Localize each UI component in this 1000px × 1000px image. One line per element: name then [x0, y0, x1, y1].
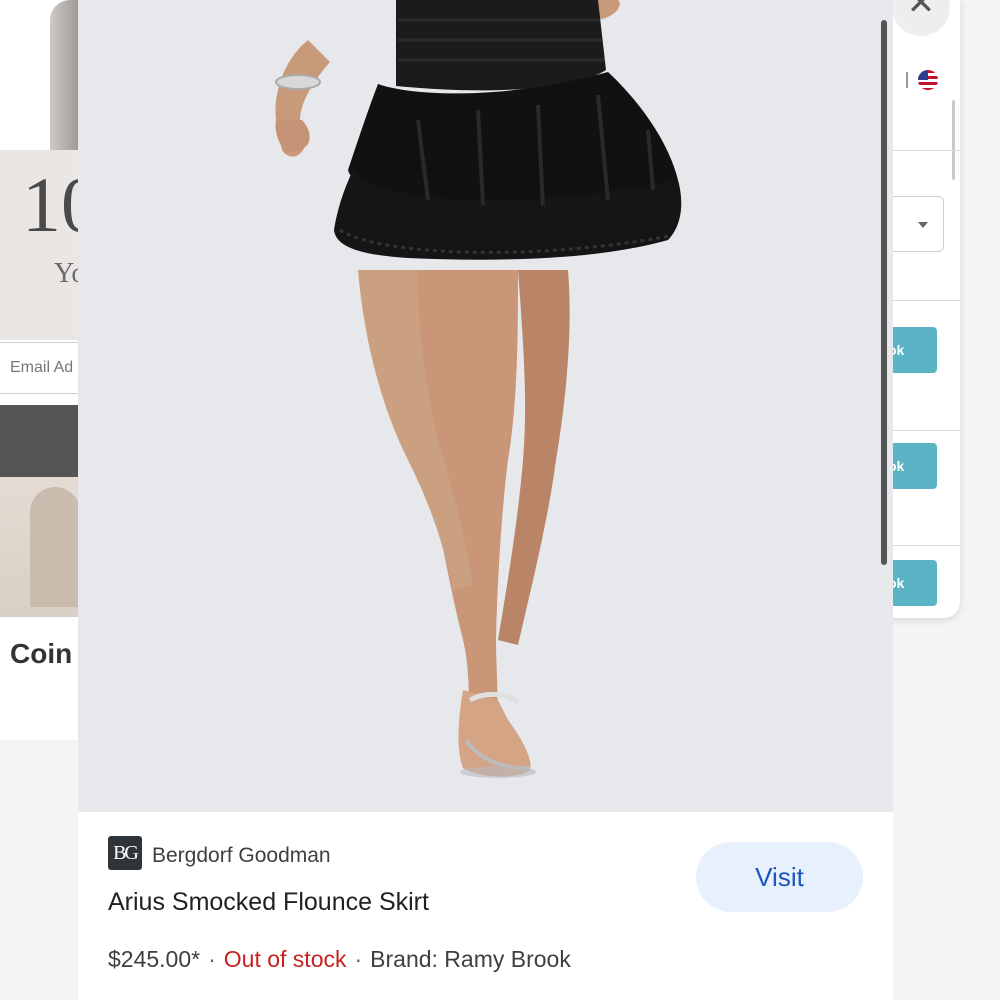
product-price: $245.00*: [108, 946, 201, 972]
stock-status: Out of stock: [223, 946, 347, 972]
coin-heading: Coin: [10, 638, 73, 669]
meta-separator: ·: [208, 946, 216, 972]
book-button-label: ok: [892, 458, 905, 474]
divider: [906, 72, 908, 88]
book-button[interactable]: ok: [892, 560, 937, 606]
store-logo-icon: BG: [108, 836, 142, 870]
product-title: Arius Smocked Flounce Skirt: [108, 888, 429, 916]
dialog-scrollbar[interactable]: [952, 100, 955, 180]
divider: [892, 430, 960, 431]
store-name: Bergdorf Goodman: [152, 844, 331, 867]
image-scrollbar[interactable]: [881, 20, 887, 565]
book-button-label: ok: [892, 342, 905, 358]
product-brand: Brand: Ramy Brook: [370, 946, 571, 972]
product-meta: $245.00* · Out of stock · Brand: Ramy Brook: [108, 946, 571, 973]
divider: [892, 300, 960, 301]
meta-separator: ·: [354, 946, 363, 972]
book-button[interactable]: ok: [892, 443, 937, 489]
chevron-down-icon: [918, 222, 928, 228]
product-modal: BG Bergdorf Goodman Arius Smocked Flounc…: [78, 0, 893, 1000]
product-image[interactable]: [78, 0, 893, 812]
divider: [892, 545, 960, 546]
divider: [892, 150, 960, 151]
visit-button[interactable]: Visit: [696, 842, 863, 912]
screen: 10 Yo Email Ad Coin ✕ ok ok ok BG Bergdo…: [0, 0, 1000, 1000]
book-button[interactable]: ok: [892, 327, 937, 373]
book-button-label: ok: [892, 575, 905, 591]
product-info-panel: BG Bergdorf Goodman Arius Smocked Flounc…: [78, 812, 893, 1000]
skirt-model-illustration: [275, 0, 682, 778]
us-flag-icon[interactable]: [918, 70, 938, 90]
